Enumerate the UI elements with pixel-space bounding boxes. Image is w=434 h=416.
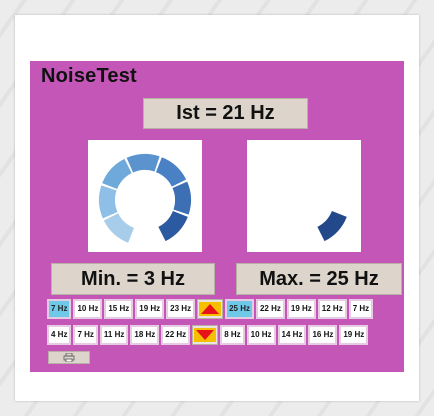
scroll-down-button[interactable]: [192, 325, 219, 345]
dial-segment: [102, 158, 132, 190]
history-cell: 14 Hz: [277, 325, 307, 345]
history-cell: 4 Hz: [47, 325, 72, 345]
history-cell: 12 Hz: [317, 299, 347, 319]
history-cell: 22 Hz: [255, 299, 285, 319]
history-cell: 19 Hz: [286, 299, 316, 319]
history-cell: 18 Hz: [130, 325, 160, 345]
history-cell: 8 Hz: [220, 325, 245, 345]
history-cell: 22 Hz: [161, 325, 191, 345]
history-cell: 23 Hz: [166, 299, 196, 319]
max-frequency: Max. = 25 Hz: [236, 263, 402, 295]
dial-segment: [172, 181, 191, 215]
history-cell: 7 Hz: [348, 299, 374, 319]
current-frequency: Ist = 21 Hz: [143, 98, 308, 129]
history-cell: 10 Hz: [73, 299, 103, 319]
history-cell: 11 Hz: [99, 325, 129, 345]
history-cell: 10 Hz: [246, 325, 276, 345]
min-frequency: Min. = 3 Hz: [51, 263, 215, 295]
dial-segment: [158, 210, 188, 242]
arrow-up-icon: [199, 302, 222, 316]
history-cell: 15 Hz: [104, 299, 134, 319]
dial-segment: [99, 185, 118, 219]
history-row-bottom: 4 Hz 7 Hz 11 Hz 18 Hz 22 Hz 8 Hz 10 Hz 1…: [47, 325, 369, 345]
app-title: NoiseTest: [41, 65, 137, 87]
dial-segment: [103, 213, 135, 243]
left-dial: [88, 140, 202, 252]
dial-segment: [126, 154, 160, 173]
arrow-down-icon: [194, 328, 217, 342]
history-cell: 7 Hz: [73, 325, 98, 345]
scroll-up-button[interactable]: [197, 299, 224, 319]
right-dial: [247, 140, 361, 252]
print-button[interactable]: [48, 351, 90, 364]
history-cell: 19 Hz: [135, 299, 165, 319]
history-cell: 19 Hz: [339, 325, 369, 345]
history-cell: 25 Hz: [225, 299, 254, 319]
print-icon: [63, 353, 75, 362]
dial-segment: [155, 157, 187, 187]
history-cell: 16 Hz: [308, 325, 338, 345]
history-row-top: 7 Hz 10 Hz 15 Hz 19 Hz 23 Hz 25 Hz 22 Hz…: [47, 299, 374, 319]
dial-segment: [317, 210, 347, 242]
history-cell: 7 Hz: [47, 299, 72, 319]
